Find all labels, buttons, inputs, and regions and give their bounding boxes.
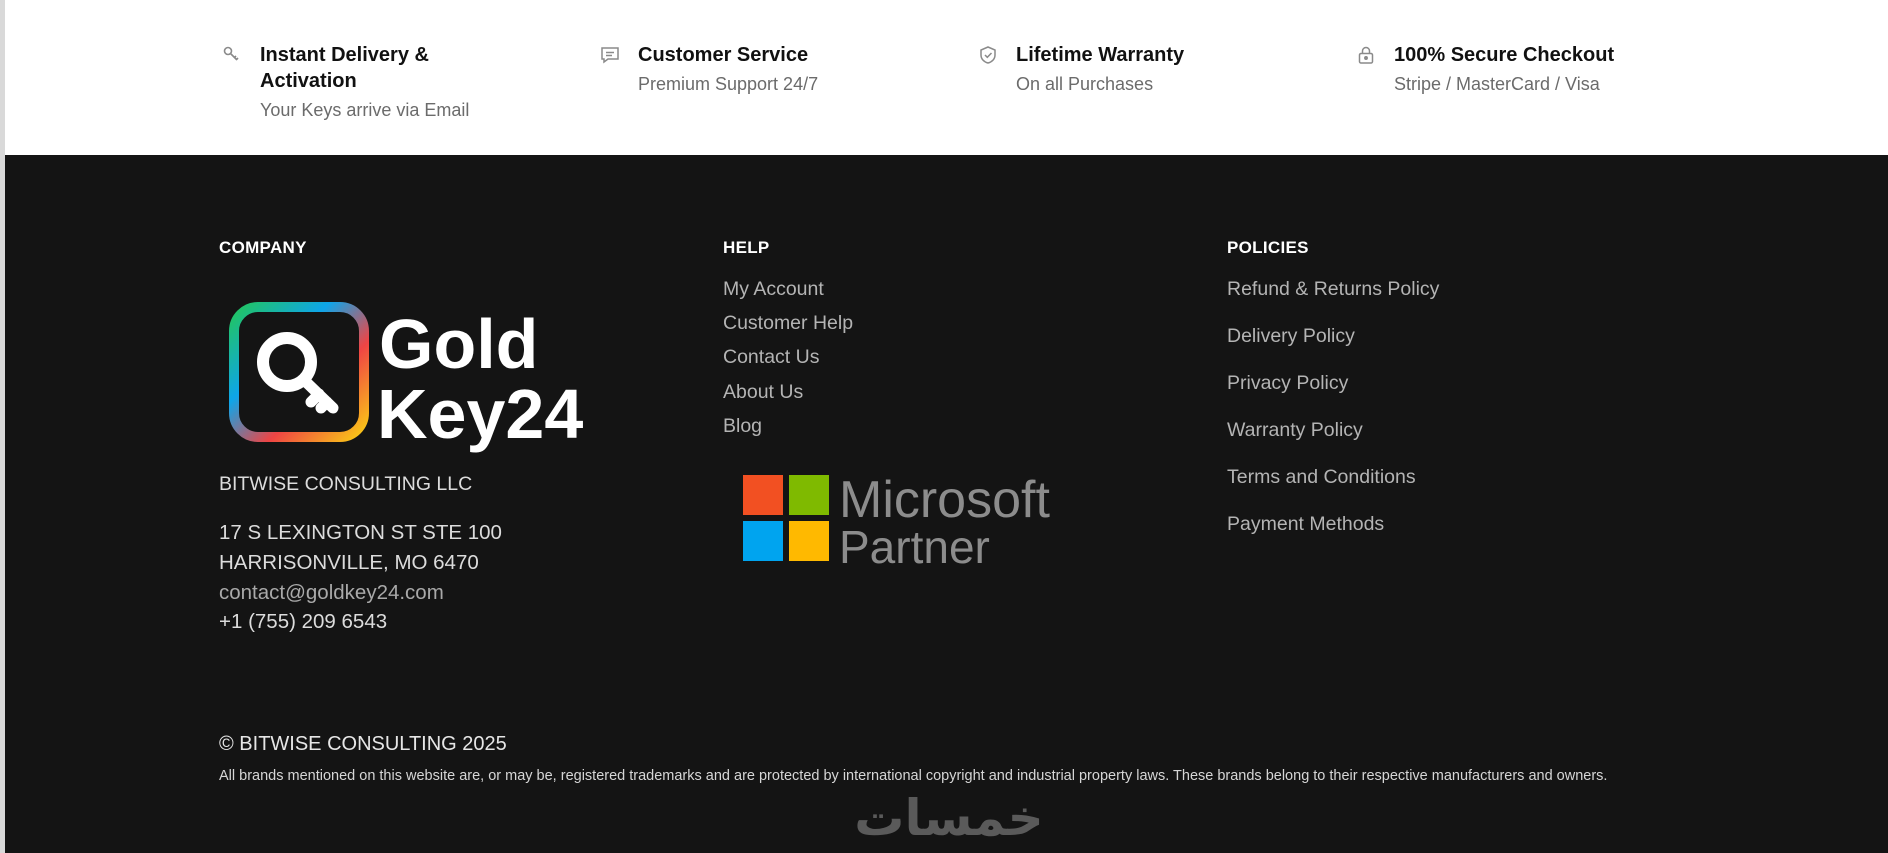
ms-square-green bbox=[789, 475, 829, 515]
feature-secure: 100% Secure Checkout Stripe / MasterCard… bbox=[1356, 42, 1624, 96]
logo-text-1: Gold bbox=[379, 305, 538, 383]
microsoft-partner-badge: Microsoft Partner bbox=[743, 475, 1050, 573]
shield-check-icon bbox=[978, 45, 1000, 67]
help-link-blog[interactable]: Blog bbox=[723, 415, 762, 438]
site-footer: COMPANY Gold Key24 BITWISE CONSULTING LL… bbox=[5, 155, 1888, 853]
feature-subtitle: Premium Support 24/7 bbox=[638, 74, 819, 94]
company-heading: COMPANY bbox=[219, 238, 307, 257]
contact-email-link[interactable]: contact@goldkey24.com bbox=[219, 581, 444, 605]
logo-frame bbox=[229, 302, 369, 442]
address-line-1: 17 S LEXINGTON ST STE 100 bbox=[219, 521, 502, 544]
chat-icon bbox=[600, 45, 622, 67]
ms-square-yellow bbox=[789, 521, 829, 561]
feature-warranty: Lifetime Warranty On all Purchases bbox=[978, 42, 1246, 96]
feature-title: Instant Delivery & Activation bbox=[260, 44, 429, 92]
company-name: BITWISE CONSULTING LLC bbox=[219, 473, 473, 495]
policies-heading: POLICIES bbox=[1227, 238, 1309, 257]
contact-phone: +1 (755) 209 6543 bbox=[219, 610, 388, 633]
help-link-about-us[interactable]: About Us bbox=[723, 381, 803, 404]
khamsat-watermark: خمسات bbox=[854, 789, 1043, 847]
policy-link-refund[interactable]: Refund & Returns Policy bbox=[1227, 278, 1439, 301]
copyright-text: © BITWISE CONSULTING 2025 bbox=[219, 733, 507, 755]
policy-link-warranty[interactable]: Warranty Policy bbox=[1227, 419, 1363, 442]
feature-delivery: Instant Delivery & Activation Your Keys … bbox=[222, 42, 490, 122]
ms-square-blue bbox=[743, 521, 783, 561]
left-edge-border bbox=[0, 0, 5, 853]
help-heading: HELP bbox=[723, 238, 770, 257]
address-line-2: HARRISONVILLE, MO 6470 bbox=[219, 551, 479, 574]
lock-icon bbox=[1356, 45, 1378, 67]
logo-text-2: Key24 bbox=[377, 375, 583, 453]
help-link-my-account[interactable]: My Account bbox=[723, 278, 824, 301]
feature-title: Customer Service bbox=[638, 44, 809, 66]
help-link-contact-us[interactable]: Contact Us bbox=[723, 346, 819, 369]
key-icon bbox=[222, 45, 244, 67]
feature-service: Customer Service Premium Support 24/7 bbox=[600, 42, 868, 96]
policy-link-privacy[interactable]: Privacy Policy bbox=[1227, 372, 1348, 395]
feature-title: 100% Secure Checkout bbox=[1394, 44, 1615, 66]
feature-title: Lifetime Warranty bbox=[1016, 44, 1185, 66]
policy-link-payment[interactable]: Payment Methods bbox=[1227, 513, 1384, 536]
policy-link-terms[interactable]: Terms and Conditions bbox=[1227, 466, 1416, 489]
feature-subtitle: Your Keys arrive via Email bbox=[260, 100, 470, 120]
feature-strip: Instant Delivery & Activation Your Keys … bbox=[0, 0, 1888, 155]
watermark-text: خمسات bbox=[854, 789, 1043, 847]
goldkey24-logo[interactable]: Gold Key24 bbox=[227, 300, 607, 460]
feature-subtitle: On all Purchases bbox=[1016, 74, 1154, 94]
logo-key bbox=[298, 374, 339, 414]
help-link-customer-help[interactable]: Customer Help bbox=[723, 312, 853, 335]
ms-partner-text-2: Partner bbox=[839, 521, 990, 573]
ms-square-red bbox=[743, 475, 783, 515]
feature-subtitle: Stripe / MasterCard / Visa bbox=[1394, 74, 1600, 94]
policy-link-delivery[interactable]: Delivery Policy bbox=[1227, 325, 1355, 348]
